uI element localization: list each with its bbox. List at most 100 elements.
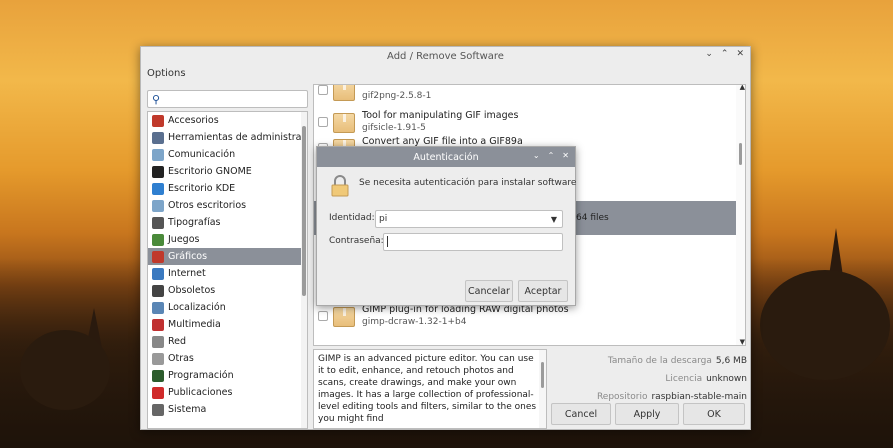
apply-button[interactable]: Apply xyxy=(615,403,679,425)
package-row[interactable]: gif2png-2.5.8-1 xyxy=(314,85,736,109)
scroll-up-arrow[interactable]: ▲ xyxy=(740,85,745,91)
search-box[interactable]: ⚲ xyxy=(147,90,308,108)
category-item[interactable]: Tipografías xyxy=(148,214,307,231)
communication-icon xyxy=(152,148,164,161)
category-item[interactable]: Sistema xyxy=(148,401,307,418)
other-icon xyxy=(152,352,164,365)
password-field[interactable] xyxy=(383,233,563,251)
menubar: Options xyxy=(141,65,750,83)
category-item[interactable]: Gráficos xyxy=(148,248,307,265)
package-box-icon xyxy=(333,85,355,101)
category-label: Localización xyxy=(168,302,226,313)
category-label: Comunicación xyxy=(168,149,236,160)
kde-icon xyxy=(152,182,164,195)
license-label: Licencia xyxy=(665,374,703,384)
category-item[interactable]: Obsoletos xyxy=(148,282,307,299)
package-box-icon xyxy=(333,307,355,327)
programming-icon xyxy=(152,369,164,382)
package-box-icon xyxy=(333,113,355,133)
category-item[interactable]: Escritorio KDE xyxy=(148,180,307,197)
search-icon: ⚲ xyxy=(152,93,161,106)
category-item[interactable]: Programación xyxy=(148,367,307,384)
internet-icon xyxy=(152,267,164,280)
other-desktops-icon xyxy=(152,199,164,212)
package-description: Tool for manipulating GIF images xyxy=(362,110,519,121)
password-label: Contraseña: xyxy=(329,236,384,246)
category-label: Otras xyxy=(168,353,194,364)
category-scrollbar-thumb[interactable] xyxy=(302,126,306,296)
category-item[interactable]: Red xyxy=(148,333,307,350)
auth-accept-button[interactable]: Aceptar xyxy=(518,280,568,302)
accessories-icon xyxy=(152,114,164,127)
package-name: gif2png-2.5.8-1 xyxy=(362,91,432,101)
obsolete-icon xyxy=(152,284,164,297)
package-scrollbar-thumb[interactable] xyxy=(739,143,742,165)
category-label: Programación xyxy=(168,370,234,381)
category-item[interactable]: Multimedia xyxy=(148,316,307,333)
scroll-down-arrow[interactable]: ▼ xyxy=(740,338,745,345)
category-item[interactable]: Accesorios xyxy=(148,112,307,129)
package-checkbox[interactable] xyxy=(318,311,328,321)
category-scrollbar[interactable] xyxy=(301,112,307,428)
category-item[interactable]: Comunicación xyxy=(148,146,307,163)
options-menu[interactable]: Options xyxy=(147,68,186,79)
maximize-icon[interactable]: ⌃ xyxy=(721,49,729,59)
auth-cancel-button[interactable]: Cancelar xyxy=(465,280,513,302)
chevron-down-icon: ▼ xyxy=(550,215,557,224)
category-label: Publicaciones xyxy=(168,387,233,398)
package-description: GIMP is an advanced picture editor. You … xyxy=(313,349,547,429)
admin-tools-icon xyxy=(152,131,164,144)
repository-label: Repositorio xyxy=(596,392,648,402)
package-name: 64 files xyxy=(576,213,609,223)
fonts-icon xyxy=(152,216,164,229)
window-titlebar[interactable]: Add / Remove Software ⌄ ⌃ ✕ xyxy=(141,47,750,65)
category-item[interactable]: Escritorio GNOME xyxy=(148,163,307,180)
publishing-icon xyxy=(152,386,164,399)
window-title: Add / Remove Software xyxy=(387,50,504,62)
category-label: Juegos xyxy=(168,234,200,245)
category-item[interactable]: Otras xyxy=(148,350,307,367)
download-size-label: Tamaño de la descarga xyxy=(607,356,712,366)
system-icon xyxy=(152,403,164,416)
graphics-icon xyxy=(152,250,164,263)
network-icon xyxy=(152,335,164,348)
category-label: Internet xyxy=(168,268,206,279)
games-icon xyxy=(152,233,164,246)
package-info: Tamaño de la descarga 5,6 MB Licencia unkn… xyxy=(551,352,747,406)
package-checkbox[interactable] xyxy=(318,117,328,127)
category-label: Red xyxy=(168,336,187,347)
category-item[interactable]: Herramientas de administració xyxy=(148,129,307,146)
ok-button[interactable]: OK xyxy=(683,403,745,425)
category-label: Tipografías xyxy=(168,217,221,228)
identity-value: pi xyxy=(379,214,388,224)
category-label: Sistema xyxy=(168,404,207,415)
package-row[interactable]: GIMP plug-in for loading RAW digital pho… xyxy=(314,301,736,335)
description-text: GIMP is an advanced picture editor. You … xyxy=(318,354,537,424)
auth-minimize-icon[interactable]: ⌄ xyxy=(533,151,540,160)
lock-icon xyxy=(331,175,349,197)
localization-icon xyxy=(152,301,164,314)
description-scrollbar-thumb[interactable] xyxy=(541,362,544,388)
category-item[interactable]: Publicaciones xyxy=(148,384,307,401)
repository-value: raspbian-stable-main xyxy=(651,392,747,402)
category-item[interactable]: Juegos xyxy=(148,231,307,248)
identity-dropdown[interactable]: pi ▼ xyxy=(375,210,563,228)
description-scrollbar[interactable] xyxy=(539,350,546,428)
category-item[interactable]: Internet xyxy=(148,265,307,282)
category-item[interactable]: Localización xyxy=(148,299,307,316)
close-icon[interactable]: ✕ xyxy=(736,49,744,59)
auth-maximize-icon[interactable]: ⌃ xyxy=(548,151,555,160)
auth-close-icon[interactable]: ✕ xyxy=(562,151,569,160)
authentication-dialog: Autenticación ⌄ ⌃ ✕ Se necesita autentic… xyxy=(316,146,576,306)
search-input[interactable] xyxy=(168,92,303,106)
tree-left xyxy=(20,330,110,410)
minimize-icon[interactable]: ⌄ xyxy=(705,49,713,59)
multimedia-icon xyxy=(152,318,164,331)
package-name: gimp-dcraw-1.32-1+b4 xyxy=(362,317,467,327)
identity-label: Identidad: xyxy=(329,213,375,223)
package-checkbox[interactable] xyxy=(318,85,328,95)
category-item[interactable]: Otros escritorios xyxy=(148,197,307,214)
package-scrollbar[interactable]: ▲ ▼ xyxy=(736,85,745,345)
cancel-button[interactable]: Cancel xyxy=(551,403,611,425)
auth-titlebar[interactable]: Autenticación ⌄ ⌃ ✕ xyxy=(317,147,575,167)
